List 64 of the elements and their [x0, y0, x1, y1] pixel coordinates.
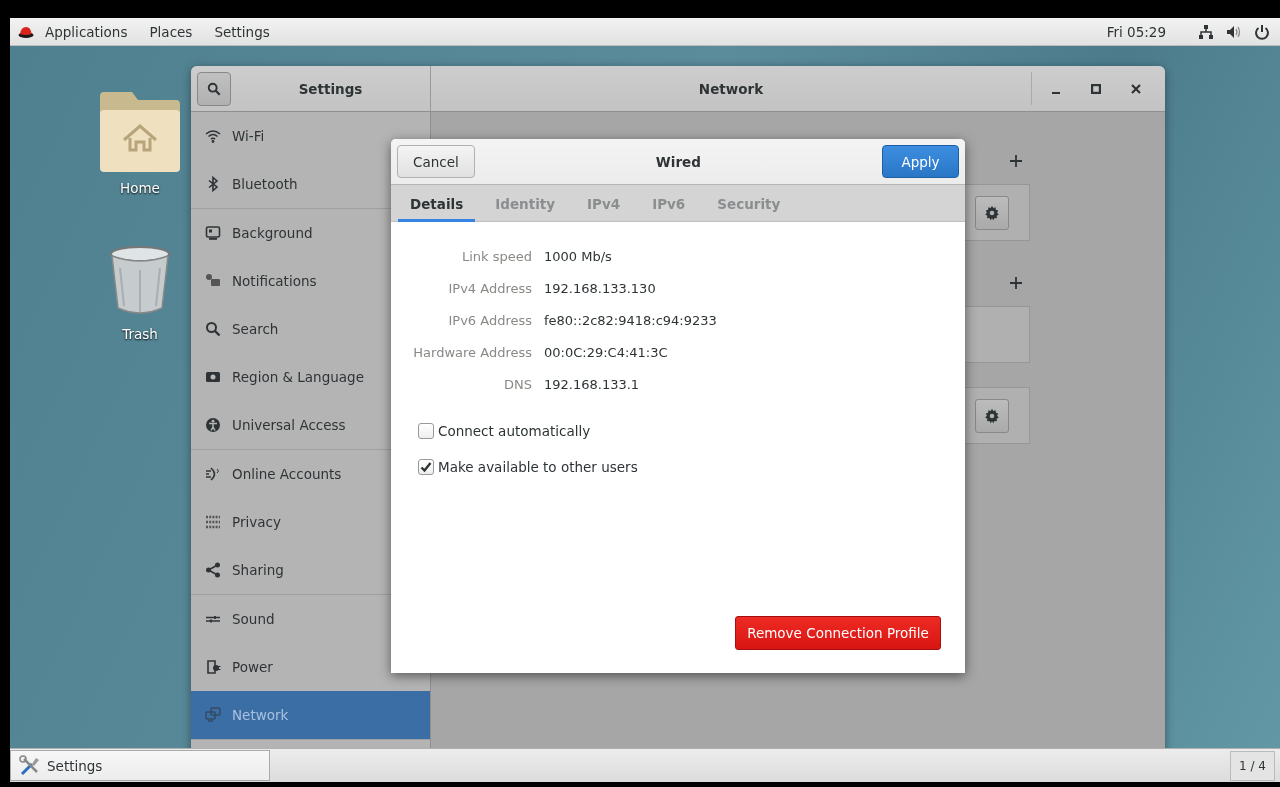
clock[interactable]: Fri 05:29	[1106, 23, 1166, 40]
sidebar-title: Settings	[297, 80, 364, 97]
grid-icon	[205, 514, 221, 530]
field-value: 192.168.133.1	[544, 376, 640, 392]
field-value: 192.168.133.130	[544, 280, 656, 296]
search-button[interactable]	[197, 71, 231, 106]
check-icon	[420, 461, 432, 473]
maximize-icon	[1091, 83, 1101, 94]
field-value: 1000 Mb/s	[544, 248, 612, 264]
sidebar-item[interactable]: Universal Access	[191, 401, 430, 449]
field-label: DNS	[503, 376, 533, 392]
power-plug-icon	[205, 659, 221, 675]
workspace-indicator[interactable]: 1 / 4	[1230, 750, 1275, 781]
camera-icon	[205, 369, 221, 385]
accessibility-icon	[205, 417, 221, 433]
tools-icon	[19, 754, 41, 777]
power-icon	[1254, 23, 1270, 40]
checkbox[interactable]	[418, 423, 434, 439]
search-icon	[205, 321, 221, 337]
sidebar-item[interactable]: Sharing	[191, 546, 430, 594]
checkbox-label[interactable]: Connect automatically	[438, 423, 591, 439]
sidebar-item[interactable]: Notifications	[191, 257, 430, 305]
network-icon	[1198, 23, 1214, 40]
desktop-icon-label[interactable]: Trash	[122, 326, 158, 342]
sidebar-item[interactable]: Privacy	[191, 498, 430, 546]
search-icon	[207, 81, 221, 96]
taskbar-window-button[interactable]: Settings	[10, 750, 270, 781]
settings-button[interactable]	[975, 398, 1009, 433]
desktop-icon-label[interactable]: Home	[120, 180, 160, 196]
home-folder-icon	[98, 92, 182, 172]
menu-item[interactable]: Applications	[34, 23, 139, 40]
settings-button[interactable]	[975, 195, 1009, 230]
cancel-button[interactable]: Cancel	[397, 145, 475, 178]
field-label: Link speed	[460, 248, 533, 264]
field-label: IPv6 Address	[447, 312, 533, 328]
dialog-title: Wired	[654, 153, 702, 170]
field-value: 00:0C:29:C4:41:3C	[544, 344, 668, 360]
tab[interactable]: Details	[398, 185, 476, 222]
monitor-icon	[205, 225, 221, 241]
computers-icon	[205, 707, 221, 723]
menu-item[interactable]: Places	[138, 23, 204, 40]
field-value: fe80::2c82:9418:c94:9233	[544, 312, 717, 328]
field-label: Hardware Address	[412, 344, 533, 360]
apply-button[interactable]: Apply	[882, 145, 959, 178]
window-title: Network	[697, 80, 765, 97]
accounts-icon	[205, 466, 221, 482]
sidebar-item[interactable]: Online Accounts	[191, 450, 430, 498]
gear-icon	[984, 204, 1000, 221]
add-icon[interactable]	[1010, 277, 1022, 289]
add-icon[interactable]	[1010, 155, 1022, 167]
checkbox[interactable]	[418, 459, 434, 475]
notification-icon	[205, 273, 221, 289]
checkbox-label[interactable]: Make available to other users	[438, 459, 638, 475]
minimize-icon	[1052, 91, 1060, 95]
sidebar-item[interactable]: Power	[191, 643, 430, 691]
close-icon	[1131, 83, 1141, 94]
menu-item[interactable]: Settings	[203, 23, 281, 40]
gear-icon	[984, 407, 1000, 424]
field-label: IPv4 Address	[447, 280, 533, 296]
hat-logo-icon	[18, 24, 34, 39]
share-icon	[205, 562, 221, 578]
sidebar-item[interactable]: Sound	[191, 595, 430, 643]
wifi-icon	[205, 128, 221, 144]
remove-profile-button[interactable]: Remove Connection Profile	[735, 616, 941, 650]
